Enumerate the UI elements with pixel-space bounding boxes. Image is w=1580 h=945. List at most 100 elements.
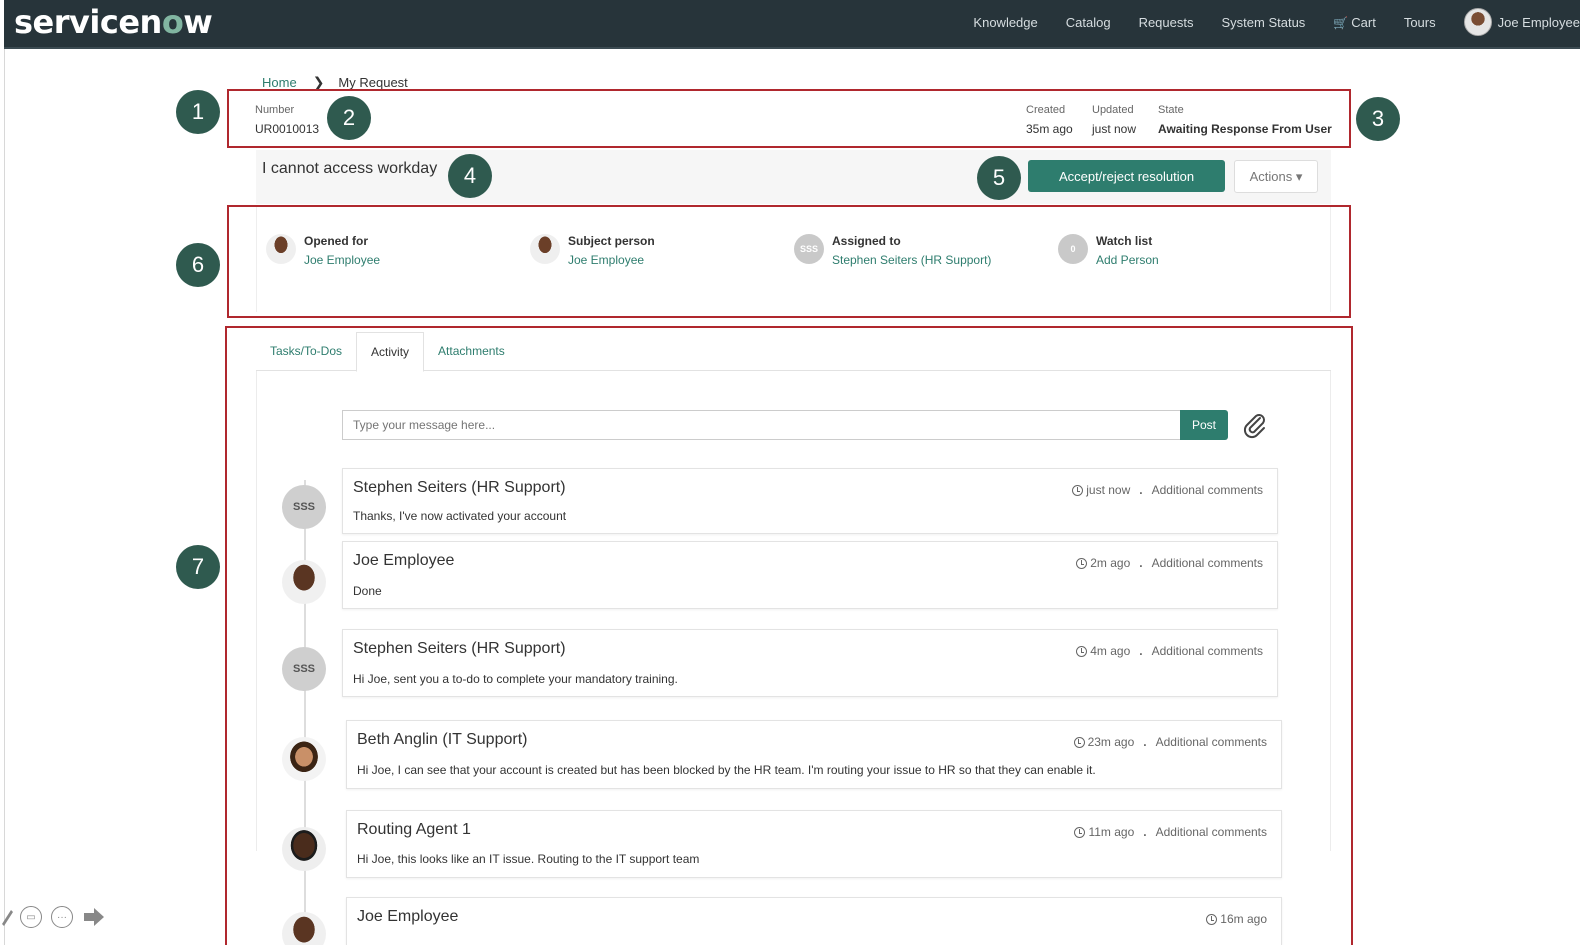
feed-time: 16m ago [1220,912,1267,926]
feed-entry: Joe Employee 2m ago. Additional comments … [342,541,1278,609]
feed-time: 4m ago [1090,644,1131,658]
feed-avatar [282,827,326,871]
nav-user-name: Joe Employee [1497,14,1580,30]
breadcrumb-current: My Request [338,75,408,90]
created-label: Created [1026,104,1066,116]
person-watch-list: 0 Watch list Add Person [1058,234,1159,267]
nav-knowledge[interactable]: Knowledge [973,15,1037,30]
updated-value: just now [1092,122,1137,136]
paperclip-icon[interactable] [1240,410,1270,440]
feed-avatar [282,737,326,781]
callout-badge-5: 5 [977,156,1021,200]
clock-icon [1073,736,1085,748]
feed-message: Hi Joe, I can see that your account is c… [357,763,1096,777]
clock-icon [1076,645,1088,657]
feed-entry: Stephen Seiters (HR Support) 4m ago. Addi… [342,629,1278,697]
nav-user-menu[interactable]: Joe Employee [1463,8,1580,36]
pen-icon[interactable] [0,906,14,928]
feed-type: Additional comments [1151,556,1263,570]
feed-avatar: SSS [282,647,326,691]
subject-person-link[interactable]: Joe Employee [568,253,655,267]
number-value: UR0010013 [255,122,320,136]
post-button[interactable]: Post [1180,410,1228,440]
servicenow-logo[interactable]: servicenow [14,3,213,41]
feed-time: 23m ago [1087,735,1135,749]
nav-cart[interactable]: 🛒 Cart [1333,15,1376,30]
clock-icon [1206,913,1218,925]
created-value: 35m ago [1026,122,1073,136]
callout-badge-6: 6 [176,243,220,287]
feed-time: 11m ago [1088,825,1135,839]
subtitle-icon[interactable]: ▭ [20,906,42,928]
feed-message: Hi Joe, sent you a to-do to complete you… [353,672,678,686]
message-input[interactable] [342,410,1180,440]
callout-badge-3: 3 [1356,97,1400,141]
feed-entry: Beth Anglin (IT Support) 23m ago. Additio… [346,720,1282,789]
tab-bar: Tasks/To-Dos Activity Attachments [256,332,519,372]
person-assigned-to: SSS Assigned to Stephen Seiters (HR Supp… [794,234,991,267]
feed-meta: 11m ago. Additional comments [1074,825,1267,839]
feed-entry: Stephen Seiters (HR Support) just now. Ad… [342,468,1278,534]
tab-attachments[interactable]: Attachments [424,332,519,372]
nav-system-status[interactable]: System Status [1221,15,1305,30]
feed-meta: 23m ago. Additional comments [1073,735,1267,749]
nav-tours[interactable]: Tours [1404,15,1436,30]
clock-icon [1074,826,1086,838]
feed-message: Done [353,584,382,598]
feed-message: Thanks, I've now activated your account [353,509,567,523]
actions-dropdown[interactable]: Actions ▾ [1234,160,1318,193]
feed-type: Additional comments [1155,735,1267,749]
next-arrow-icon[interactable] [82,906,106,928]
person-opened-for: Opened for Joe Employee [266,234,380,267]
activity-timeline-line [304,480,306,945]
state-label: State [1158,104,1184,116]
callout-badge-2: 2 [327,96,371,140]
feed-entry: Joe Employee 16m ago [346,897,1282,945]
subject-person-avatar [530,234,560,264]
feed-entry: Routing Agent 1 11m ago. Additional comme… [346,810,1282,878]
state-value: Awaiting Response From User [1158,122,1332,136]
feed-author: Joe Employee [353,552,455,569]
assigned-to-avatar: SSS [794,234,824,264]
clock-icon [1072,484,1084,496]
feed-author: Routing Agent 1 [357,821,471,838]
cart-icon: 🛒 [1333,15,1349,30]
annotation-box-header [227,89,1351,148]
feed-meta: just now. Additional comments [1072,483,1263,497]
feed-time: 2m ago [1090,556,1131,570]
feed-author: Beth Anglin (IT Support) [357,731,528,748]
feed-time: just now [1086,483,1131,497]
feed-type: Additional comments [1151,644,1263,658]
user-avatar [1463,8,1492,36]
more-options-icon[interactable]: ··· [51,906,73,928]
assigned-to-link[interactable]: Stephen Seiters (HR Support) [832,253,991,267]
feed-meta: 2m ago. Additional comments [1076,556,1263,570]
add-person-link[interactable]: Add Person [1096,253,1159,267]
nav-requests[interactable]: Requests [1139,15,1194,30]
request-title: I cannot access workday [262,160,438,177]
feed-type: Additional comments [1151,483,1263,497]
opened-for-label: Opened for [304,234,369,248]
breadcrumb-home[interactable]: Home [262,75,297,90]
tab-activity[interactable]: Activity [356,332,425,372]
feed-author: Stephen Seiters (HR Support) [353,640,566,657]
assigned-to-label: Assigned to [832,234,901,248]
clock-icon [1076,557,1088,569]
feed-meta: 16m ago [1206,912,1267,926]
nav-catalog[interactable]: Catalog [1066,15,1111,30]
subject-person-label: Subject person [568,234,655,248]
accept-reject-resolution-button[interactable]: Accept/reject resolution [1028,160,1225,192]
callout-badge-4: 4 [448,154,492,198]
page-left-border [4,49,5,945]
number-label: Number [255,104,295,116]
tab-tasks-todos[interactable]: Tasks/To-Dos [256,332,356,372]
opened-for-link[interactable]: Joe Employee [304,253,380,267]
callout-badge-1: 1 [176,90,220,134]
opened-for-avatar [266,234,296,264]
watch-list-count: 0 [1058,234,1088,264]
person-subject: Subject person Joe Employee [530,234,655,267]
watch-list-label: Watch list [1096,234,1153,248]
updated-label: Updated [1092,104,1134,116]
feed-avatar: SSS [282,485,326,529]
top-navbar: servicenow Knowledge Catalog Requests Sy… [4,0,1580,49]
